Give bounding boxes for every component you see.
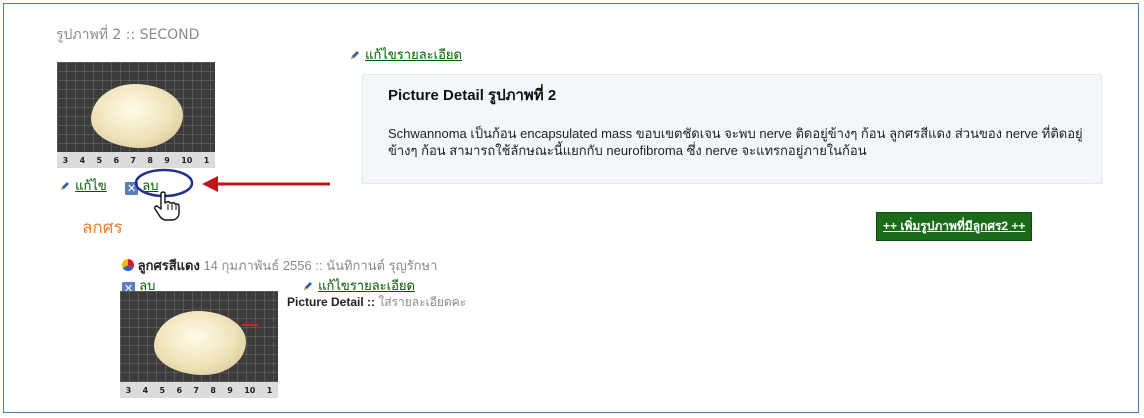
ruler-tick: 3	[125, 385, 132, 395]
ruler-tick: 6	[113, 155, 120, 165]
picture-detail-box: Picture Detail รูปภาพที่ 2 Schwannoma เป…	[362, 74, 1102, 184]
ruler-tick: 3	[62, 155, 69, 165]
arrow-detail-text: ใส่รายละเอียดคะ	[378, 295, 467, 309]
arrow-entry-header: ลูกศรสีแดง 14 กุมภาพันธ์ 2556 :: นันทิกา…	[121, 255, 438, 276]
arrow-name: ลูกศรสีแดง	[137, 258, 200, 273]
color-wheel-icon	[121, 259, 135, 272]
ruler-tick: 4	[142, 385, 149, 395]
edit-detail-link[interactable]: แก้ไขรายละเอียด	[365, 48, 462, 63]
edit-picture-link[interactable]: แก้ไข	[75, 179, 107, 194]
detail-box-title: Picture Detail รูปภาพที่ 2	[388, 87, 557, 104]
ruler-tick: 6	[176, 385, 183, 395]
arrow-detail-row: Picture Detail :: ใส่รายละเอียดคะ	[287, 293, 466, 312]
arrow-meta: 14 กุมภาพันธ์ 2556 :: นันทิกานต์ รุญรักษ…	[203, 258, 438, 273]
hand-cursor-icon	[154, 191, 180, 221]
pencil-icon	[61, 182, 69, 190]
ruler-tick: 5	[159, 385, 166, 395]
page-frame: รูปภาพที่ 2 :: SECOND 3 4 5 6 7 8 9 10 1…	[3, 3, 1139, 413]
pencil-icon	[304, 282, 312, 290]
ruler-tick: 9	[227, 385, 233, 395]
ruler-tick: 7	[193, 385, 199, 395]
ruler-tick: 8	[210, 385, 216, 395]
tissue-specimen	[91, 84, 183, 148]
arrow-picture-thumbnail[interactable]: 3 4 5 6 7 8 9 10 1	[120, 291, 278, 398]
ruler-tick: 1	[266, 385, 273, 395]
annotation-arrow-head	[202, 176, 218, 192]
ruler-tick: 5	[96, 155, 103, 165]
detail-box-text: Schwannoma เป็นก้อน encapsulated mass ขอ…	[388, 126, 1083, 158]
edit-arrow-detail-link[interactable]: แก้ไขรายละเอียด	[318, 279, 415, 294]
arrow-section-heading: ลกศร	[82, 218, 123, 238]
ruler-scale: 3 4 5 6 7 8 9 10 1	[120, 382, 278, 398]
ruler-tick: 10	[244, 385, 256, 395]
detail-edit-row: แก้ไขรายละเอียด	[349, 44, 462, 65]
pencil-icon	[351, 51, 359, 59]
picture-title: รูปภาพที่ 2 :: SECOND	[56, 27, 200, 43]
add-arrow-picture-button[interactable]: ++ เพิ่มรูปภาพที่มีลูกศร2 ++	[876, 212, 1033, 241]
main-picture-thumbnail[interactable]: 3 4 5 6 7 8 9 10 1	[57, 62, 215, 168]
red-arrow-marker	[242, 324, 258, 326]
tissue-specimen	[154, 311, 246, 375]
ruler-tick: 4	[79, 155, 86, 165]
arrow-detail-label: Picture Detail ::	[287, 295, 376, 309]
